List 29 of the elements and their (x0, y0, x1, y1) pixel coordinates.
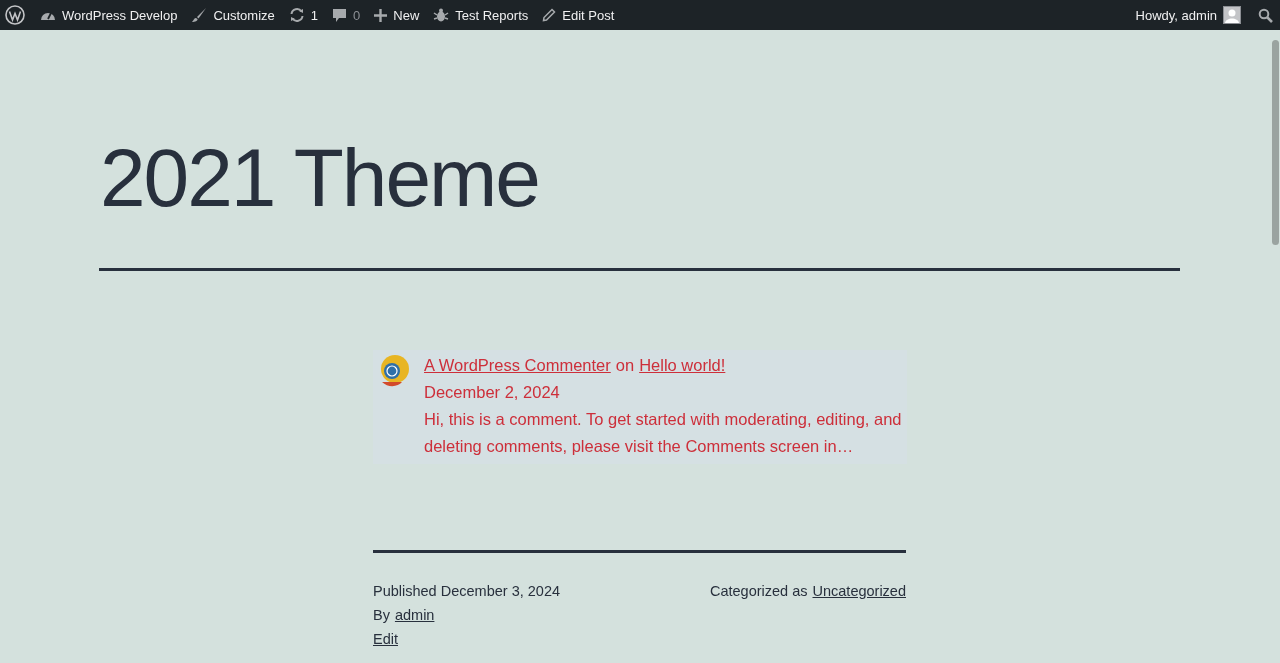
comment-connector: on (615, 355, 635, 376)
comment-author-link[interactable]: A WordPress Commenter (424, 352, 611, 379)
plus-icon (374, 8, 388, 22)
search-icon[interactable] (1258, 7, 1273, 23)
admin-bar-item[interactable]: WordPress Develop (33, 0, 185, 30)
admin-bar-item[interactable]: 0 (325, 0, 368, 30)
admin-bar-item[interactable]: Customize (184, 0, 282, 30)
refresh-icon (288, 7, 305, 23)
admin-bar-item[interactable]: Edit Post (535, 0, 622, 30)
site-title[interactable]: 2021 Theme (100, 30, 1180, 228)
speech-bubble-icon (332, 7, 348, 23)
byline-label: By (373, 606, 390, 625)
post-link[interactable]: Hello world! (639, 352, 726, 379)
author-link[interactable]: admin (394, 603, 435, 627)
mascot-avatar-icon (378, 354, 410, 388)
account-menu[interactable]: Howdy, admin (1128, 0, 1248, 30)
comment-date: December 2, 2024 (424, 382, 561, 403)
user-avatar-icon (1223, 6, 1241, 24)
admin-bar-item[interactable]: Test Reports (426, 0, 536, 30)
edit-link[interactable]: Edit (373, 627, 398, 651)
scrollbar-thumb[interactable] (1272, 40, 1279, 245)
admin-bar-item[interactable]: 1 (281, 0, 326, 30)
category-link[interactable]: Uncategorized (812, 579, 906, 651)
pencil-icon (542, 8, 557, 22)
published-date: Published December 3, 2024 (373, 582, 560, 601)
category-label: Categorized as (709, 582, 808, 601)
comment-excerpt: Hi, this is a comment. To get started with moderating, editing, and deleting comments, please visit the Comments screen in… (424, 409, 903, 457)
bug-icon (433, 7, 450, 23)
admin-bar-item[interactable]: New (367, 0, 427, 30)
